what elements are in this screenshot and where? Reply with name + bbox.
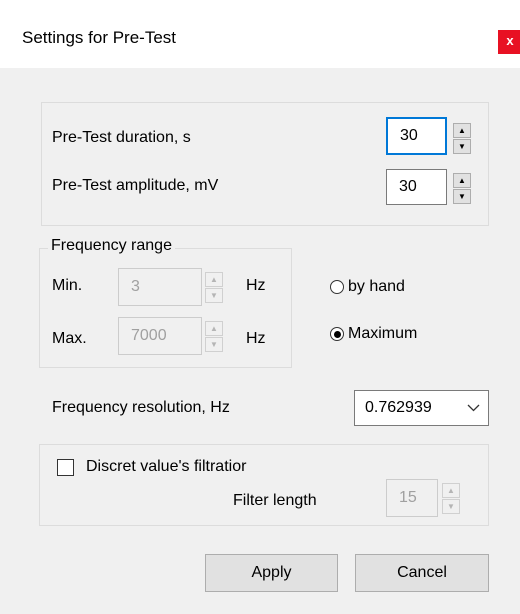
- spin-down-icon[interactable]: ▼: [442, 499, 460, 514]
- freq-min-label: Min.: [52, 277, 83, 294]
- frequency-resolution-value: 0.762939: [365, 399, 432, 416]
- radio-maximum-label: Maximum: [348, 325, 418, 342]
- spin-up-icon[interactable]: ▲: [205, 321, 223, 336]
- spin-down-icon[interactable]: ▼: [205, 337, 223, 352]
- filter-length-label: Filter length: [233, 492, 317, 509]
- spin-up-icon[interactable]: ▲: [442, 483, 460, 498]
- filter-length-input[interactable]: 15: [386, 479, 438, 517]
- filter-length-value: 15: [399, 489, 417, 506]
- spin-up-icon[interactable]: ▲: [453, 123, 471, 138]
- freq-max-unit: Hz: [246, 330, 266, 347]
- pretest-duration-stepper[interactable]: ▲ ▼: [453, 123, 471, 155]
- close-icon: x: [506, 33, 514, 48]
- frequency-resolution-label: Frequency resolution, Hz: [52, 399, 230, 416]
- frequency-resolution-select[interactable]: 0.762939: [354, 390, 489, 426]
- pretest-amplitude-value: 30: [399, 178, 417, 195]
- filtration-checkbox[interactable]: [57, 459, 74, 476]
- freq-max-value: 7000: [131, 327, 167, 344]
- close-button[interactable]: x: [498, 30, 520, 54]
- freq-min-unit: Hz: [246, 277, 266, 294]
- radio-by-hand[interactable]: by hand: [330, 278, 405, 296]
- apply-button[interactable]: Apply: [205, 554, 338, 592]
- radio-by-hand-label: by hand: [348, 278, 405, 295]
- filter-length-stepper[interactable]: ▲ ▼: [442, 483, 460, 515]
- chevron-down-icon: [467, 404, 480, 412]
- filtration-checkbox-label[interactable]: Discret value's filtratior: [86, 458, 246, 476]
- pretest-amplitude-stepper[interactable]: ▲ ▼: [453, 173, 471, 205]
- radio-checked-icon: [330, 327, 344, 341]
- pretest-duration-input[interactable]: 30: [386, 117, 447, 155]
- freq-min-value: 3: [131, 278, 140, 295]
- spin-down-icon[interactable]: ▼: [453, 139, 471, 154]
- window-title: Settings for Pre-Test: [22, 28, 177, 47]
- freq-max-stepper[interactable]: ▲ ▼: [205, 321, 223, 353]
- pretest-amplitude-input[interactable]: 30: [386, 169, 447, 205]
- apply-button-label: Apply: [251, 564, 292, 581]
- freq-min-input[interactable]: 3: [118, 268, 202, 306]
- freq-min-stepper[interactable]: ▲ ▼: [205, 272, 223, 304]
- cancel-button[interactable]: Cancel: [355, 554, 489, 592]
- spin-down-icon[interactable]: ▼: [205, 288, 223, 303]
- pretest-amplitude-label: Pre-Test amplitude, mV: [52, 177, 219, 194]
- frequency-range-legend: Frequency range: [48, 237, 175, 255]
- radio-maximum[interactable]: Maximum: [330, 325, 417, 343]
- freq-max-label: Max.: [52, 330, 87, 347]
- pretest-duration-label: Pre-Test duration, s: [52, 129, 191, 146]
- pretest-duration-value: 30: [400, 127, 418, 144]
- spin-down-icon[interactable]: ▼: [453, 189, 471, 204]
- freq-max-input[interactable]: 7000: [118, 317, 202, 355]
- cancel-button-label: Cancel: [397, 564, 447, 581]
- spin-up-icon[interactable]: ▲: [453, 173, 471, 188]
- spin-up-icon[interactable]: ▲: [205, 272, 223, 287]
- radio-unchecked-icon: [330, 280, 344, 294]
